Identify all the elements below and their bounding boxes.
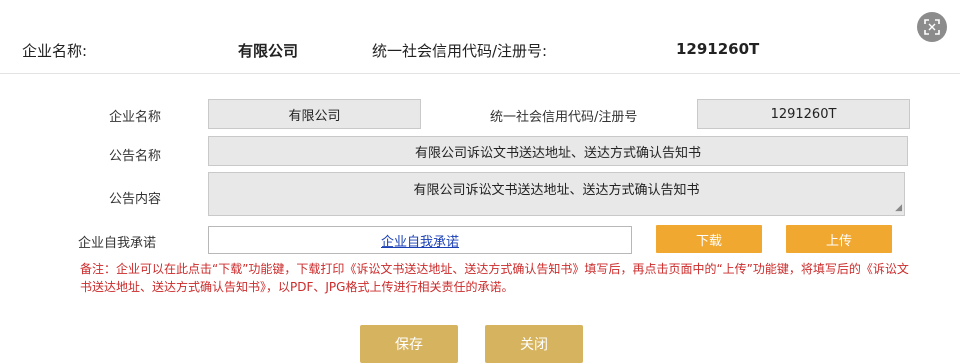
header-company-label: 企业名称:	[22, 42, 88, 60]
company-field: 有限公司	[208, 99, 421, 129]
notice-content-label: 公告内容	[109, 192, 162, 207]
header-credit-label: 统一社会信用代码/注册号:	[372, 42, 548, 60]
header-credit-value: 1291260T	[676, 40, 760, 58]
notice-name-field-value: 有限公司诉讼文书送达地址、送达方式确认告知书	[414, 145, 701, 161]
save-button[interactable]: 保存	[360, 325, 458, 363]
notice-content-textarea[interactable]: 有限公司诉讼文书送达地址、送达方式确认告知书 ◢	[208, 172, 905, 216]
credit-code-label: 统一社会信用代码/注册号	[490, 110, 638, 125]
notice-name-label: 公告名称	[109, 149, 162, 164]
header-row: 企业名称: 有限公司 统一社会信用代码/注册号: 1291260T	[0, 40, 960, 62]
divider	[0, 73, 960, 74]
note-text: 备注：企业可以在此点击“下载”功能键，下载打印《诉讼文书送达地址、送达方式确认告…	[80, 262, 909, 294]
commitment-label: 企业自我承诺	[78, 236, 157, 251]
notice-content-value: 有限公司诉讼文书送达地址、送达方式确认告知书	[413, 183, 700, 198]
commitment-link[interactable]: 企业自我承诺	[381, 231, 459, 250]
credit-code-field-value: 1291260T	[770, 106, 837, 122]
credit-code-field: 1291260T	[697, 99, 910, 129]
company-label: 企业名称	[109, 110, 162, 125]
company-field-value: 有限公司	[288, 108, 341, 124]
header-company-value: 有限公司	[238, 42, 299, 60]
close-button[interactable]: 关闭	[485, 325, 583, 363]
download-button[interactable]: 下载	[656, 225, 762, 253]
scan-icon	[924, 19, 940, 35]
commitment-box: 企业自我承诺	[208, 226, 632, 254]
scan-button[interactable]	[917, 12, 947, 42]
upload-button[interactable]: 上传	[786, 225, 892, 253]
notice-name-field: 有限公司诉讼文书送达地址、送达方式确认告知书	[208, 136, 908, 166]
resize-handle-icon[interactable]: ◢	[895, 204, 902, 213]
